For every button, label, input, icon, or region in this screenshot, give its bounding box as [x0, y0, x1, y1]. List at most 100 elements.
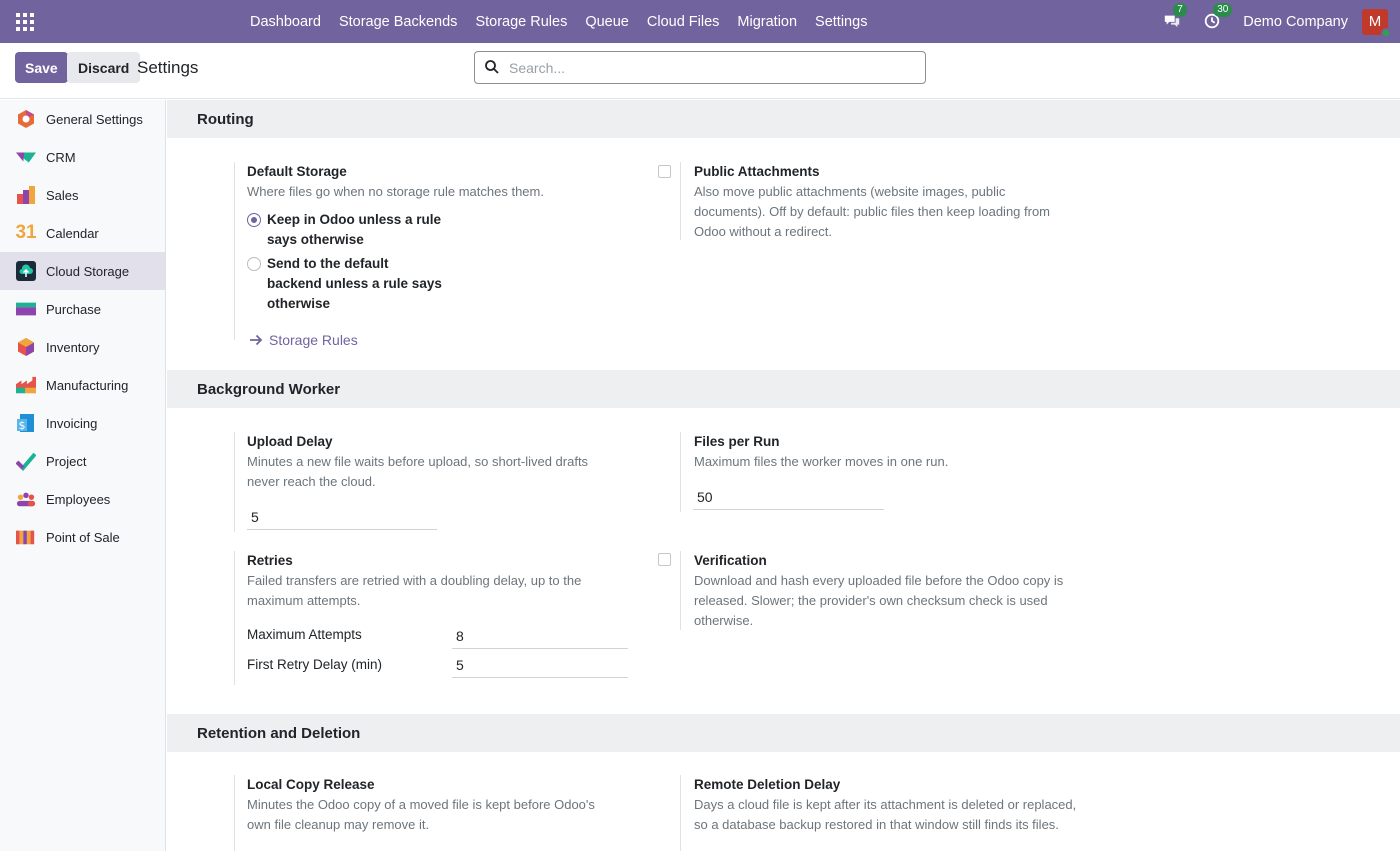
- sidebar-item-label: CRM: [46, 149, 76, 165]
- menu-storage-backends[interactable]: Storage Backends: [330, 14, 467, 30]
- menu-settings[interactable]: Settings: [806, 14, 876, 30]
- sidebar-item-label: General Settings: [46, 111, 143, 127]
- max-attempts-input[interactable]: 8: [452, 625, 628, 649]
- settings-sidebar: General Settings CRM Sales 31 Calendar C…: [0, 100, 166, 851]
- sidebar-item-cloud-storage[interactable]: Cloud Storage: [0, 252, 165, 290]
- first-retry-delay-label: First Retry Delay (min): [247, 657, 383, 672]
- sidebar-item-label: Invoicing: [46, 415, 98, 431]
- radio-button-checked[interactable]: [247, 213, 261, 227]
- activities-icon[interactable]: 30: [1203, 2, 1233, 32]
- setting-description: Minutes a new file waits before upload, …: [247, 454, 589, 489]
- odoo-logo-icon: [16, 109, 36, 129]
- sidebar-item-crm[interactable]: CRM: [0, 138, 165, 176]
- project-icon: [16, 451, 36, 471]
- setting-title: Retries: [247, 553, 293, 568]
- sidebar-item-project[interactable]: Project: [0, 442, 165, 480]
- discard-button[interactable]: Discard: [67, 52, 141, 83]
- sidebar-item-label: Purchase: [46, 301, 101, 317]
- verification-checkbox[interactable]: [658, 553, 671, 566]
- setting-description: Where files go when no storage rule matc…: [247, 184, 544, 199]
- setting-title: Remote Deletion Delay: [694, 777, 841, 792]
- search-box: [474, 51, 926, 84]
- page-title: Settings: [137, 58, 199, 77]
- setting-title: Upload Delay: [247, 434, 333, 449]
- top-menu: Dashboard Storage Backends Storage Rules…: [241, 0, 876, 43]
- search-input[interactable]: [509, 58, 909, 78]
- menu-dashboard[interactable]: Dashboard: [241, 14, 330, 30]
- sidebar-item-label: Sales: [46, 187, 79, 203]
- employees-icon: [16, 489, 36, 509]
- setting-description: Failed transfers are retried with a doub…: [247, 573, 582, 608]
- setting-description: Download and hash every uploaded file be…: [694, 573, 1064, 628]
- section-routing: Routing: [167, 100, 1400, 138]
- setting-public-attachments: Public Attachments Also move public atta…: [680, 162, 1080, 240]
- app-grid-icon[interactable]: [16, 13, 34, 31]
- crm-icon: [16, 147, 36, 167]
- sidebar-item-label: Manufacturing: [46, 377, 129, 393]
- sidebar-item-label: Inventory: [46, 339, 100, 355]
- menu-cloud-files[interactable]: Cloud Files: [638, 14, 729, 30]
- setting-verification: Verification Download and hash every upl…: [680, 551, 1080, 630]
- radio-button[interactable]: [247, 257, 261, 271]
- sidebar-item-manufacturing[interactable]: Manufacturing: [0, 366, 165, 404]
- setting-description: Maximum files the worker moves in one ru…: [694, 454, 949, 469]
- sidebar-item-purchase[interactable]: Purchase: [0, 290, 165, 328]
- sidebar-item-calendar[interactable]: 31 Calendar: [0, 214, 165, 252]
- upload-delay-input[interactable]: 5: [247, 506, 437, 530]
- max-attempts-label: Maximum Attempts: [247, 627, 362, 642]
- menu-storage-rules[interactable]: Storage Rules: [466, 14, 576, 30]
- top-navbar: Dashboard Storage Backends Storage Rules…: [0, 0, 1400, 43]
- setting-title: Files per Run: [694, 434, 780, 449]
- setting-title: Local Copy Release: [247, 777, 375, 792]
- setting-local-copy-release: Local Copy Release Minutes the Odoo copy…: [234, 775, 634, 851]
- radio-keep-in-odoo[interactable]: Keep in Odoo unless a rule says otherwis…: [247, 210, 634, 250]
- avatar-initial: M: [1368, 12, 1382, 30]
- menu-migration[interactable]: Migration: [728, 14, 806, 30]
- setting-default-storage: Default Storage Where files go when no s…: [234, 162, 634, 348]
- menu-queue[interactable]: Queue: [576, 14, 638, 30]
- save-button[interactable]: Save: [15, 52, 68, 83]
- inventory-icon: [16, 337, 36, 357]
- sidebar-item-sales[interactable]: Sales: [0, 176, 165, 214]
- sidebar-item-label: Project: [46, 453, 87, 469]
- svg-text:$: $: [19, 419, 26, 432]
- section-retention-deletion: Retention and Deletion: [167, 714, 1400, 752]
- user-avatar[interactable]: M: [1362, 8, 1391, 38]
- search-icon: [485, 60, 499, 74]
- section-title: Background Worker: [197, 381, 341, 398]
- settings-content: Routing Default Storage Where files go w…: [167, 100, 1400, 851]
- sidebar-item-point-of-sale[interactable]: Point of Sale: [0, 518, 165, 556]
- invoicing-icon: $: [16, 413, 36, 433]
- radio-label: Send to the default backend unless a rul…: [267, 256, 442, 311]
- files-per-run-input[interactable]: 50: [693, 486, 884, 510]
- sidebar-item-label: Point of Sale: [46, 529, 120, 545]
- sidebar-item-general-settings[interactable]: General Settings: [0, 100, 165, 138]
- setting-description: Also move public attachments (website im…: [694, 184, 1051, 239]
- first-retry-delay-input[interactable]: 5: [452, 654, 628, 678]
- sidebar-item-label: Cloud Storage: [46, 263, 130, 279]
- company-switcher[interactable]: Demo Company: [1243, 14, 1348, 30]
- section-title: Routing: [197, 111, 254, 128]
- radio-label: Keep in Odoo unless a rule says otherwis…: [267, 212, 442, 247]
- pos-icon: [16, 527, 36, 547]
- arrow-right-icon: [250, 334, 263, 346]
- public-attachments-checkbox[interactable]: [658, 165, 671, 178]
- purchase-icon: [16, 299, 36, 319]
- sidebar-item-inventory[interactable]: Inventory: [0, 328, 165, 366]
- sidebar-item-invoicing[interactable]: $ Invoicing: [0, 404, 165, 442]
- sidebar-item-label: Employees: [46, 491, 111, 507]
- setting-description: Minutes the Odoo copy of a moved file is…: [247, 797, 595, 832]
- storage-rules-link[interactable]: Storage Rules: [249, 332, 634, 348]
- setting-title: Default Storage: [247, 164, 347, 179]
- calendar-icon: 31: [15, 222, 37, 243]
- setting-description: Days a cloud file is kept after its atta…: [694, 797, 1077, 832]
- setting-remote-deletion-delay: Remote Deletion Delay Days a cloud file …: [680, 775, 1080, 851]
- setting-title: Public Attachments: [694, 164, 820, 179]
- messages-icon[interactable]: 7: [1163, 2, 1187, 32]
- systray: 7 30 Demo Company M: [1163, 0, 1400, 43]
- sidebar-item-employees[interactable]: Employees: [0, 480, 165, 518]
- section-title: Retention and Deletion: [197, 725, 361, 742]
- radio-send-to-default-backend[interactable]: Send to the default backend unless a rul…: [247, 254, 634, 314]
- control-panel: Save Discard Settings: [0, 43, 1400, 99]
- sidebar-item-label: Calendar: [46, 225, 99, 241]
